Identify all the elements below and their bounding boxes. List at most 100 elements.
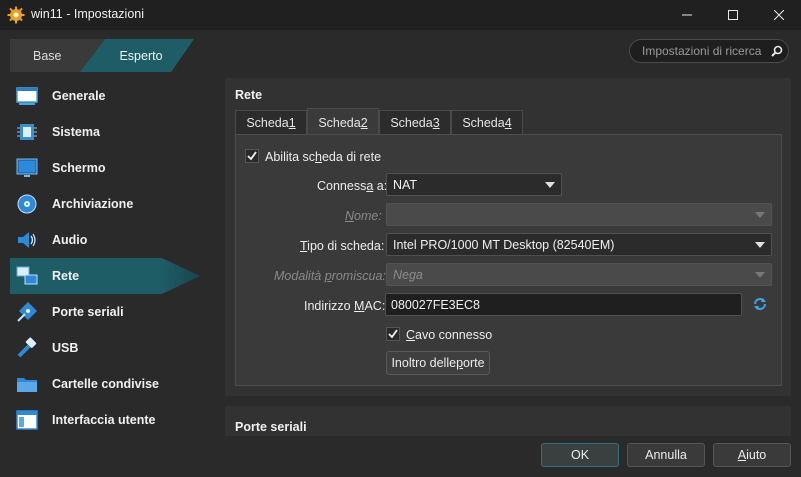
minimize-button[interactable] (664, 0, 710, 30)
label-part: Indirizzo (304, 299, 355, 313)
select-value: Intel PRO/1000 MT Desktop (82540EM) (393, 237, 615, 252)
tab-scheda-3[interactable]: Scheda 3 (379, 110, 451, 135)
button-label-key: p (456, 356, 464, 370)
name-select (386, 203, 772, 226)
sidebar-item-archiviazione[interactable]: Archiviazione (10, 186, 200, 222)
shared-folders-icon (16, 373, 38, 395)
audio-icon (16, 229, 38, 251)
general-icon (16, 85, 38, 107)
sidebar-item-label: Generale (52, 89, 106, 103)
checkmark-icon (247, 151, 257, 161)
chevron-down-icon (545, 182, 555, 188)
search-icon[interactable] (770, 44, 784, 58)
tab-label: Scheda (462, 116, 505, 130)
cable-connected-checkbox[interactable] (386, 327, 400, 341)
sidebar-item-interfaccia-utente[interactable]: Interfaccia utente (10, 402, 200, 438)
tab-label: Scheda (390, 116, 433, 130)
tab-label-key: 4 (504, 116, 512, 130)
maximize-icon (728, 10, 738, 20)
serial-ports-icon (16, 301, 38, 323)
tab-scheda-4[interactable]: Scheda 4 (451, 110, 523, 135)
cancel-button[interactable]: Annulla (627, 443, 705, 467)
sidebar-item-rete[interactable]: Rete (10, 258, 200, 294)
tab-label-key: 2 (360, 115, 368, 130)
search-input[interactable]: Impostazioni di ricerca (629, 39, 789, 63)
sidebar-item-generale[interactable]: Generale (10, 78, 200, 114)
label-part: ipo di scheda: (307, 239, 385, 253)
sidebar-item-schermo[interactable]: Schermo (10, 150, 200, 186)
label-key: N (345, 209, 355, 223)
button-label-part: orte (463, 356, 485, 370)
sidebar-item-cartelle-condivise[interactable]: Cartelle condivise (10, 366, 200, 402)
sidebar-item-label: Interfaccia utente (52, 413, 156, 427)
ok-button[interactable]: OK (541, 443, 619, 467)
sidebar-item-usb[interactable]: USB (10, 330, 200, 366)
label-part: romiscua: (331, 269, 386, 283)
close-button[interactable] (756, 0, 801, 30)
select-value: Nega (393, 267, 423, 282)
label-part: Abilita sc (265, 150, 316, 164)
usb-icon (16, 337, 38, 359)
close-icon (774, 10, 784, 20)
label-part: Conness (317, 179, 367, 193)
label-key: h (315, 150, 322, 164)
label-part: ome: (354, 209, 382, 223)
tab-label: Scheda (246, 116, 289, 130)
label-part: avo connesso (415, 328, 493, 342)
tab-scheda-1[interactable]: Scheda 1 (235, 110, 307, 135)
sidebar-item-label: Rete (52, 269, 80, 283)
label-key: p (324, 269, 332, 283)
sidebar-item-label: Sistema (52, 125, 100, 139)
maximize-button[interactable] (710, 0, 756, 30)
button-label-key: A (737, 448, 747, 462)
network-group-title: Rete (235, 88, 263, 102)
sidebar-item-label: Cartelle condivise (52, 377, 159, 391)
mode-toggle: Base Esperto (10, 39, 194, 72)
mac-address-input[interactable]: 080027FE3EC8 (385, 293, 742, 316)
button-label-part: iuto (746, 448, 767, 462)
tab-scheda-2[interactable]: Scheda 2 (307, 108, 379, 136)
select-value: NAT (393, 177, 418, 192)
checkmark-icon (388, 329, 398, 339)
attached-to-select[interactable]: NAT (386, 173, 562, 196)
system-icon (16, 121, 38, 143)
sidebar-item-label: Archiviazione (52, 197, 134, 211)
sidebar-item-sistema[interactable]: Sistema (10, 114, 200, 150)
name-label: Nome: (345, 209, 382, 223)
adapter-type-select[interactable]: Intel PRO/1000 MT Desktop (82540EM) (386, 233, 772, 256)
storage-icon (16, 193, 38, 215)
tab-panel (235, 134, 782, 386)
chevron-down-icon (755, 242, 765, 248)
serial-ports-group-title: Porte seriali (235, 420, 307, 434)
mac-address-label: Indirizzo MAC: (304, 299, 385, 313)
refresh-icon (754, 298, 766, 310)
minimize-icon (682, 14, 692, 16)
window-title: win11 - Impostazioni (31, 7, 145, 21)
help-button[interactable]: Aiuto (713, 443, 791, 467)
button-label-part: Inoltro delle (391, 356, 457, 370)
sidebar-item-label: Schermo (52, 161, 106, 175)
label-part: eda di rete (321, 150, 382, 164)
attached-to-label: Connessa a: (317, 179, 387, 193)
sidebar-item-porte-seriali[interactable]: Porte seriali (10, 294, 200, 330)
tab-label-key: 3 (432, 116, 440, 130)
tab-label: Scheda (318, 115, 361, 130)
refresh-mac-button[interactable] (752, 296, 768, 312)
display-icon (16, 157, 38, 179)
enable-adapter-label[interactable]: Abilita scheda di rete (265, 150, 381, 164)
network-icon (16, 265, 38, 287)
label-key: C (406, 328, 416, 342)
sidebar-item-label: Audio (52, 233, 88, 247)
cable-connected-label[interactable]: Cavo connesso (406, 328, 492, 342)
sidebar: Generale Sistema Schermo Archiviazione A… (0, 78, 210, 438)
port-forwarding-button[interactable]: Inoltro delle p orte (386, 351, 490, 375)
chevron-down-icon (755, 272, 765, 278)
serial-ports-group (225, 406, 791, 438)
enable-adapter-checkbox[interactable] (245, 149, 259, 163)
sidebar-item-label: USB (52, 341, 79, 355)
sidebar-item-label: Porte seriali (52, 305, 124, 319)
user-interface-icon (16, 409, 38, 431)
sidebar-item-audio[interactable]: Audio (10, 222, 200, 258)
app-gear-icon (7, 6, 25, 24)
label-part: Modalità (274, 269, 325, 283)
